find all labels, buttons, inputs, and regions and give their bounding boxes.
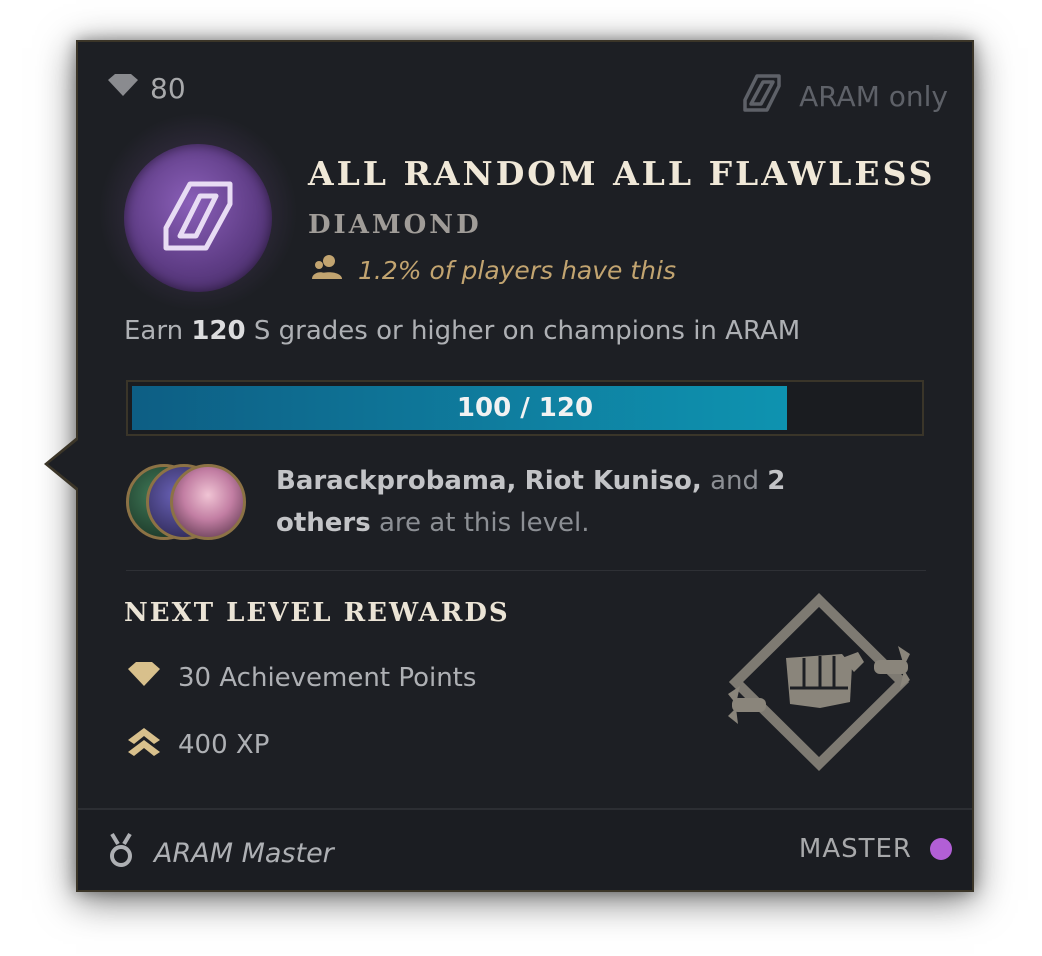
progress-label: 100 / 120 [456,393,594,423]
progress-bar: 100 / 120 [126,380,924,436]
description-prefix: Earn [124,316,192,346]
rarity-line: 1.2% of players have this [312,254,676,286]
aram-mode-icon [739,70,785,123]
players-icon [312,254,344,286]
friends-others-word: others [276,508,371,538]
category-label[interactable]: ARAM Master [106,832,334,875]
reward-label: 30 Achievement Points [178,662,477,693]
next-tier-label: MASTER [799,834,952,864]
friend-avatars[interactable] [126,462,266,546]
points-display: 80 [106,72,186,105]
category-name: ARAM Master [154,838,334,869]
friends-conjunction: and [710,466,759,496]
friends-at-level: Barackprobama, Riot Kuniso, and 2 others… [276,460,876,544]
medal-icon [106,832,136,875]
friend-name: Riot Kuniso, [524,466,702,496]
achievement-title: ALL RANDOM ALL FLAWLESS [308,154,936,193]
friends-suffix: are at this level. [379,508,590,538]
description-suffix: S grades or higher on champions in ARAM [245,316,801,346]
achievement-badge [124,144,272,292]
tooltip-footer: ARAM Master MASTER [78,808,972,890]
points-gem-icon [106,72,140,105]
friend-name: Barackprobama, [276,466,517,496]
achievement-description: Earn 120 S grades or higher on champions… [124,316,800,346]
tooltip-pointer-fill [48,440,78,488]
master-tier-dot-icon [930,838,952,860]
reward-item: 400 XP [126,726,269,763]
next-tier-name: MASTER [798,834,912,864]
rewards-heading: NEXT LEVEL REWARDS [124,598,510,628]
points-value: 80 [150,72,186,105]
rarity-text: 1.2% of players have this [358,255,676,285]
aram-master-emblem-icon [724,592,914,776]
aram-crystal-icon [156,174,240,262]
reward-item: 30 Achievement Points [126,660,476,695]
friends-count: 2 [767,466,786,496]
diamond-points-icon [126,660,162,695]
restriction-text: ARAM only [799,80,948,113]
xp-chevron-icon [126,726,162,763]
avatar[interactable] [170,464,246,540]
description-count: 120 [191,316,246,346]
restriction-label: ARAM only [739,70,948,123]
reward-label: 400 XP [178,729,270,760]
section-divider [126,570,926,571]
achievement-tooltip: 80 ARAM only ALL RANDOM ALL FLAWLESS DIA… [76,40,974,892]
achievement-tier: DIAMOND [308,210,482,240]
